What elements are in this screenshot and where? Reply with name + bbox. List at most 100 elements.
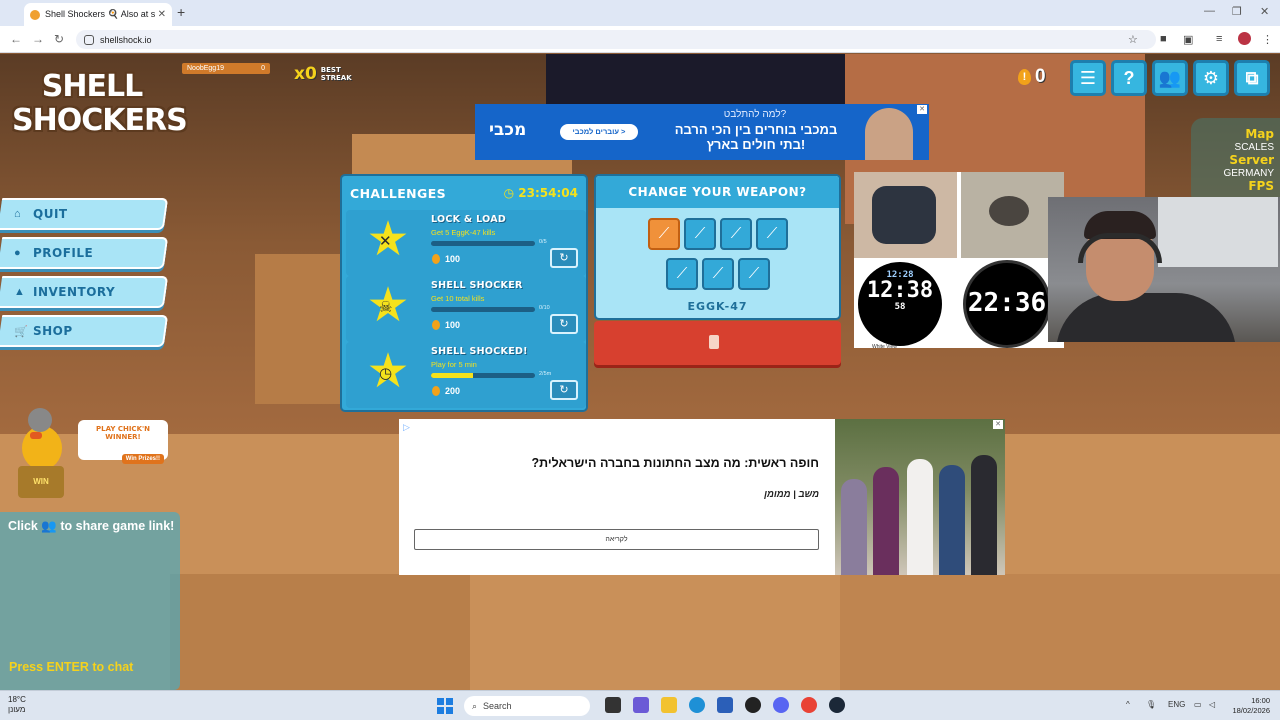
scene-crate xyxy=(170,574,470,690)
reroll-challenge-button[interactable]: ↻ xyxy=(550,380,578,400)
profile-avatar[interactable] xyxy=(1238,32,1251,45)
ad-product-bag[interactable] xyxy=(854,172,957,258)
reload-icon[interactable]: ↻ xyxy=(54,32,64,46)
taskbar-search[interactable]: ⌕ Search xyxy=(464,696,590,716)
weather-desc: מעונן xyxy=(8,705,26,714)
discord-icon[interactable] xyxy=(773,697,789,713)
help-button[interactable]: ? xyxy=(1111,60,1147,96)
close-window-icon[interactable]: ✕ xyxy=(1260,5,1269,18)
challenge-desc: Get 10 total kills xyxy=(431,294,485,303)
challenge-count: 0/5 xyxy=(539,239,547,245)
ad-close-icon[interactable]: ✕ xyxy=(993,420,1003,429)
clock-date: 18/02/2026 xyxy=(1232,706,1270,715)
tray-chevron-icon[interactable]: ^ xyxy=(1126,700,1130,709)
ad-watch-face-1[interactable]: 12:28 12:38 58 White View xyxy=(854,260,957,350)
menu-quit-button[interactable]: ⌂ QUIT xyxy=(0,198,169,230)
fullscreen-button[interactable]: ⧉ xyxy=(1234,60,1270,96)
chickn-winner-mascot[interactable]: WIN xyxy=(16,406,68,502)
watch-face: 22:36 xyxy=(963,260,1051,348)
volume-icon[interactable]: ◁ xyxy=(1209,700,1215,709)
win-prizes-button[interactable]: Win Prizes!! xyxy=(121,454,164,464)
steam-icon[interactable] xyxy=(829,697,845,713)
challenge-row: ★ ☠ SHELL SHOCKER Get 10 total kills 0/1… xyxy=(346,276,586,342)
chat-panel[interactable]: Click 👥 to share game link! Press ENTER … xyxy=(0,512,180,690)
challenge-progress xyxy=(431,307,535,312)
menu-shop-button[interactable]: 🛒 SHOP xyxy=(0,315,169,347)
banner-ad[interactable]: מכבי עוברים למכבי > למה להתלבט? במכבי בו… xyxy=(475,104,929,160)
network-icon[interactable]: ▭ xyxy=(1194,700,1202,709)
adchoices-icon[interactable]: ▷ xyxy=(403,422,410,433)
ad-wedding-photo[interactable] xyxy=(835,419,1005,575)
photo-figure xyxy=(841,479,867,575)
weapon-eggk47-button[interactable]: ⟋ xyxy=(648,218,680,250)
teams-icon[interactable] xyxy=(633,697,649,713)
edge-icon[interactable] xyxy=(689,697,705,713)
shotgun-icon: ⟋ xyxy=(694,225,706,242)
photo-figure xyxy=(873,467,899,575)
github-icon[interactable] xyxy=(745,697,761,713)
windows-start-icon[interactable] xyxy=(437,698,453,714)
weapon-free-ranger-button[interactable]: ⟋ xyxy=(720,218,752,250)
back-icon[interactable]: ← xyxy=(10,32,22,46)
watch-main-time: 12:38 xyxy=(866,278,934,303)
game-viewport[interactable]: SHELL SHOCKERS NoobEgg19 0 x0 BEST STREA… xyxy=(0,54,1280,690)
store-icon[interactable] xyxy=(717,697,733,713)
menu-inventory-button[interactable]: ▲ INVENTORY xyxy=(0,276,169,308)
ad-cta-button[interactable]: עוברים למכבי > xyxy=(560,124,638,140)
bookmark-star-icon[interactable]: ☆ xyxy=(1128,33,1138,46)
egg-icon xyxy=(432,386,440,396)
weapon-scrambler-button[interactable]: ⟋ xyxy=(684,218,716,250)
settings-sliders-button[interactable]: ☰ xyxy=(1070,60,1106,96)
chat-hint: Press ENTER to chat xyxy=(9,660,134,674)
share-link-text[interactable]: Click 👥 to share game link! xyxy=(8,519,174,534)
logo-line-2: SHOCKERS xyxy=(12,103,188,138)
clock-time: 16:00 xyxy=(1251,696,1270,705)
ad-headline[interactable]: חופה ראשית: מה מצב החתונות בחברה הישראלי… xyxy=(409,456,819,470)
ad-read-button[interactable]: לקריאה xyxy=(414,529,819,550)
restore-icon[interactable]: ❐ xyxy=(1232,5,1242,18)
tab-close-icon[interactable]: ✕ xyxy=(158,9,166,20)
challenge-reward: 100 xyxy=(432,320,460,330)
server-label: Server xyxy=(1229,153,1274,167)
challenges-title: CHALLENGES xyxy=(350,185,447,201)
weapon-trihard-button[interactable]: ⟋ xyxy=(738,258,770,290)
weapon-crackshot-button[interactable]: ⟋ xyxy=(702,258,734,290)
reroll-challenge-button[interactable]: ↻ xyxy=(550,248,578,268)
product-ad-grid[interactable]: 12:28 12:38 58 White View 22:36 xyxy=(854,172,1064,350)
challenge-progress xyxy=(431,373,535,378)
play-button[interactable] xyxy=(594,321,841,365)
chrome-icon[interactable] xyxy=(801,697,817,713)
weather-widget[interactable]: 18°C מעונן xyxy=(8,695,26,715)
extension-icon[interactable]: ■ xyxy=(1160,33,1167,45)
selected-weapon-name: EGGK-47 xyxy=(687,300,748,313)
puzzle-icon[interactable]: ▣ xyxy=(1183,33,1193,46)
ad-close-icon[interactable]: ✕ xyxy=(917,105,927,114)
menu-lines-icon[interactable]: ≡ xyxy=(1216,33,1222,45)
menu-profile-button[interactable]: ● PROFILE xyxy=(0,237,169,269)
tab-shellshock[interactable]: Shell Shockers 🍳 Also at shellshock.io ✕ xyxy=(24,3,172,26)
forward-icon[interactable]: → xyxy=(32,32,44,46)
weapon-rpegg-button[interactable]: ⟋ xyxy=(756,218,788,250)
microphone-icon[interactable]: 🎙 xyxy=(1146,700,1156,709)
streak-multiplier: x0 xyxy=(294,64,317,84)
weather-temp: 18°C xyxy=(8,695,26,704)
language-indicator[interactable]: ENG xyxy=(1168,700,1185,709)
menu-quit-label: QUIT xyxy=(33,207,68,221)
gear-button[interactable]: ⚙ xyxy=(1193,60,1229,96)
address-bar[interactable]: shellshock.io xyxy=(76,30,1156,49)
weapon-whipper-button[interactable]: ⟋ xyxy=(666,258,698,290)
taskbar-clock[interactable]: 16:00 18/02/2026 xyxy=(1226,696,1270,716)
file-explorer-icon[interactable] xyxy=(661,697,677,713)
more-vert-icon[interactable]: ⋮ xyxy=(1262,33,1273,46)
reroll-challenge-button[interactable]: ↻ xyxy=(550,314,578,334)
chickn-winner-bubble[interactable]: PLAY CHICK'N WINNER! Win Prizes!! xyxy=(78,420,168,464)
tab-title: Shell Shockers 🍳 Also at shellshock.io xyxy=(45,9,155,19)
new-tab-button[interactable]: + xyxy=(177,4,185,20)
task-view-icon[interactable] xyxy=(605,697,621,713)
minimize-icon[interactable]: — xyxy=(1204,5,1215,17)
reward-amount: 200 xyxy=(445,386,461,396)
friends-button[interactable]: 👥 xyxy=(1152,60,1188,96)
site-info-icon[interactable] xyxy=(84,34,94,45)
native-ad[interactable]: ▷ חופה ראשית: מה מצב החתונות בחברה הישרא… xyxy=(399,419,1005,575)
lmg-icon: ⟋ xyxy=(748,265,760,282)
